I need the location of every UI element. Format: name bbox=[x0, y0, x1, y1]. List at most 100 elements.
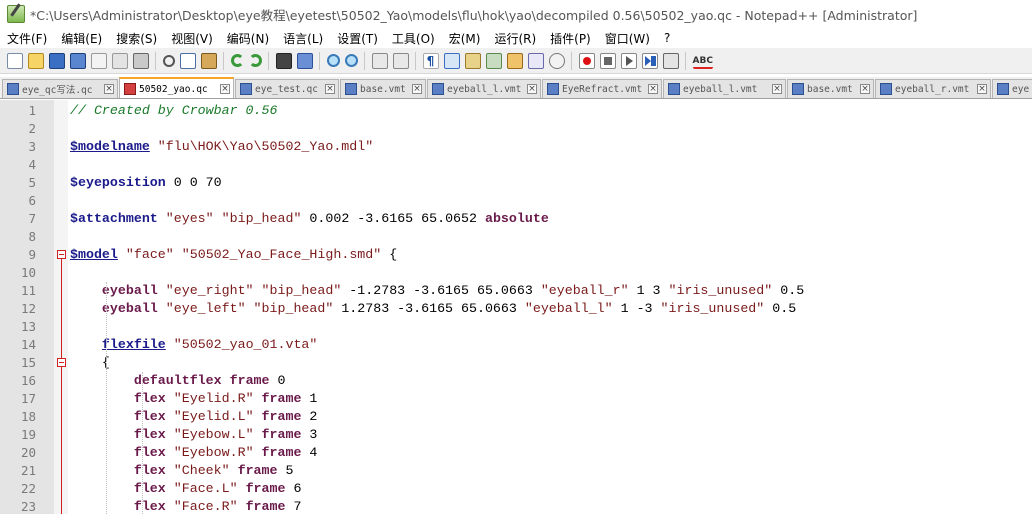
find-icon[interactable] bbox=[275, 52, 292, 69]
document-map-icon[interactable] bbox=[485, 52, 502, 69]
code-line[interactable]: 5 $eyeposition 0 0 70 bbox=[0, 174, 1032, 192]
menu-item-3[interactable]: 视图(V) bbox=[164, 30, 220, 47]
redo-icon[interactable] bbox=[248, 54, 262, 67]
save-all-icon[interactable] bbox=[69, 52, 86, 69]
code-token-str: "eyeball_r" bbox=[540, 283, 629, 298]
zoom-in-icon[interactable] bbox=[326, 54, 340, 67]
code-line[interactable]: 14 flexfile "50502_yao_01.vta" bbox=[0, 336, 1032, 354]
code-text: flex "Eyebow.R" frame 4 bbox=[70, 444, 318, 462]
playback-macro-icon[interactable] bbox=[620, 52, 637, 69]
tab-7[interactable]: base.vmt × bbox=[787, 79, 874, 98]
tab-4[interactable]: eyeball_l.vmt × bbox=[427, 79, 541, 98]
code-token-str: "iris_unused" bbox=[668, 283, 773, 298]
function-list-icon[interactable] bbox=[506, 52, 523, 69]
new-file-icon[interactable] bbox=[6, 52, 23, 69]
undo-icon[interactable] bbox=[230, 54, 244, 67]
code-line[interactable]: 2 bbox=[0, 120, 1032, 138]
tab-2[interactable]: eye_test.qc × bbox=[235, 79, 339, 98]
code-line[interactable]: 23 flex "Face.R" frame 7 bbox=[0, 498, 1032, 514]
document-list-icon[interactable] bbox=[527, 52, 544, 69]
tab-1[interactable]: 50502_yao.qc × bbox=[119, 77, 234, 98]
close-icon[interactable] bbox=[90, 52, 107, 69]
close-all-icon[interactable] bbox=[111, 52, 128, 69]
menu-item-6[interactable]: 设置(T) bbox=[330, 30, 385, 47]
code-token-comment: // Created by Crowbar 0.56 bbox=[70, 103, 278, 118]
open-file-icon[interactable] bbox=[27, 52, 44, 69]
code-line[interactable]: 19 flex "Eyebow.L" frame 3 bbox=[0, 426, 1032, 444]
zoom-out-icon[interactable] bbox=[344, 54, 358, 67]
code-line[interactable]: 1 // Created by Crowbar 0.56 bbox=[0, 102, 1032, 120]
toolbar-separator bbox=[364, 51, 365, 70]
tab-close-icon[interactable]: × bbox=[220, 84, 230, 94]
code-editor[interactable]: 1// Created by Crowbar 0.56 2 3 $modelname … bbox=[0, 100, 1032, 514]
tab-close-icon[interactable]: × bbox=[104, 84, 114, 94]
tab-3[interactable]: base.vmt × bbox=[340, 79, 426, 98]
print-icon[interactable] bbox=[132, 52, 149, 69]
code-line[interactable]: 13 bbox=[0, 318, 1032, 336]
menu-item-10[interactable]: 插件(P) bbox=[543, 30, 598, 47]
code-line[interactable]: 20 flex "Eyebow.R" frame 4 bbox=[0, 444, 1032, 462]
code-line[interactable]: 4 bbox=[0, 156, 1032, 174]
tab-close-icon[interactable]: × bbox=[860, 84, 870, 94]
tab-close-icon[interactable]: × bbox=[325, 84, 335, 94]
code-line[interactable]: 7 $attachment "eyes" "bip_head" 0.002 -3.… bbox=[0, 210, 1032, 228]
save-macro-icon[interactable] bbox=[662, 52, 679, 69]
tab-label: eyeball_l.vmt bbox=[683, 83, 758, 95]
sync-scroll-icon[interactable] bbox=[371, 52, 388, 69]
cut-icon[interactable] bbox=[162, 54, 175, 67]
run-macro-multiple-icon[interactable] bbox=[641, 52, 658, 69]
save-icon[interactable] bbox=[48, 52, 65, 69]
record-macro-icon[interactable] bbox=[578, 52, 595, 69]
tab-close-icon[interactable]: × bbox=[772, 84, 782, 94]
menu-item-11[interactable]: 窗口(W) bbox=[598, 30, 657, 47]
paste-icon[interactable] bbox=[200, 52, 217, 69]
tab-6[interactable]: eyeball_l.vmt × bbox=[663, 79, 786, 98]
menu-item-5[interactable]: 语言(L) bbox=[276, 30, 330, 47]
tab-close-icon[interactable]: × bbox=[527, 84, 537, 94]
code-token-num: 0.002 -3.6165 65.0652 bbox=[301, 211, 485, 226]
indent-guide-icon[interactable] bbox=[443, 52, 460, 69]
code-line[interactable]: 6 bbox=[0, 192, 1032, 210]
toolbar-separator bbox=[223, 51, 224, 70]
menu-item-7[interactable]: 工具(O) bbox=[385, 30, 442, 47]
code-line[interactable]: 9 $model "face" "50502_Yao_Face_High.smd"… bbox=[0, 246, 1032, 264]
menu-item-1[interactable]: 编辑(E) bbox=[54, 30, 109, 47]
tab-close-icon[interactable]: × bbox=[977, 84, 987, 94]
tab-5[interactable]: EyeRefract.vmt × bbox=[542, 79, 662, 98]
word-wrap-icon[interactable] bbox=[392, 52, 409, 69]
fold-collapse-icon[interactable] bbox=[57, 250, 66, 259]
code-line[interactable]: 11 eyeball "eye_right" "bip_head" -1.278… bbox=[0, 282, 1032, 300]
stop-recording-icon[interactable] bbox=[599, 52, 616, 69]
tab-0[interactable]: eye_qc写法.qc × bbox=[2, 79, 118, 98]
code-text: flex "Eyelid.R" frame 1 bbox=[70, 390, 318, 408]
tab-9[interactable]: eye bbox=[992, 79, 1032, 98]
code-line[interactable]: 10 bbox=[0, 264, 1032, 282]
replace-icon[interactable] bbox=[296, 52, 313, 69]
menu-item-8[interactable]: 宏(M) bbox=[442, 30, 488, 47]
show-all-chars-icon[interactable]: ¶ bbox=[422, 52, 439, 69]
code-line[interactable]: 3 $modelname "flu\HOK\Yao\50502_Yao.mdl" bbox=[0, 138, 1032, 156]
copy-icon[interactable] bbox=[179, 52, 196, 69]
code-line[interactable]: 22 flex "Face.L" frame 6 bbox=[0, 480, 1032, 498]
monitoring-icon[interactable] bbox=[548, 52, 565, 69]
code-line[interactable]: 12 eyeball "eye_left" "bip_head" 1.2783 … bbox=[0, 300, 1032, 318]
spell-check-icon[interactable]: ABC bbox=[692, 53, 713, 69]
code-line[interactable]: 21 flex "Cheek" frame 5 bbox=[0, 462, 1032, 480]
code-line[interactable]: 8 bbox=[0, 228, 1032, 246]
code-line[interactable]: 15 { bbox=[0, 354, 1032, 372]
fold-collapse-icon[interactable] bbox=[57, 358, 66, 367]
code-line[interactable]: 17 flex "Eyelid.R" frame 1 bbox=[0, 390, 1032, 408]
folder-as-workspace-icon[interactable] bbox=[464, 52, 481, 69]
menu-item-4[interactable]: 编码(N) bbox=[220, 30, 276, 47]
tab-8[interactable]: eyeball_r.vmt × bbox=[875, 79, 991, 98]
menu-item-0[interactable]: 文件(F) bbox=[0, 30, 54, 47]
menu-item-2[interactable]: 搜索(S) bbox=[109, 30, 164, 47]
menu-item-12[interactable]: ? bbox=[657, 31, 677, 45]
code-line[interactable]: 18 flex "Eyelid.L" frame 2 bbox=[0, 408, 1032, 426]
tab-close-icon[interactable]: × bbox=[648, 84, 658, 94]
menu-item-9[interactable]: 运行(R) bbox=[487, 30, 543, 47]
tab-close-icon[interactable]: × bbox=[412, 84, 422, 94]
code-line[interactable]: 16 defaultflex frame 0 bbox=[0, 372, 1032, 390]
